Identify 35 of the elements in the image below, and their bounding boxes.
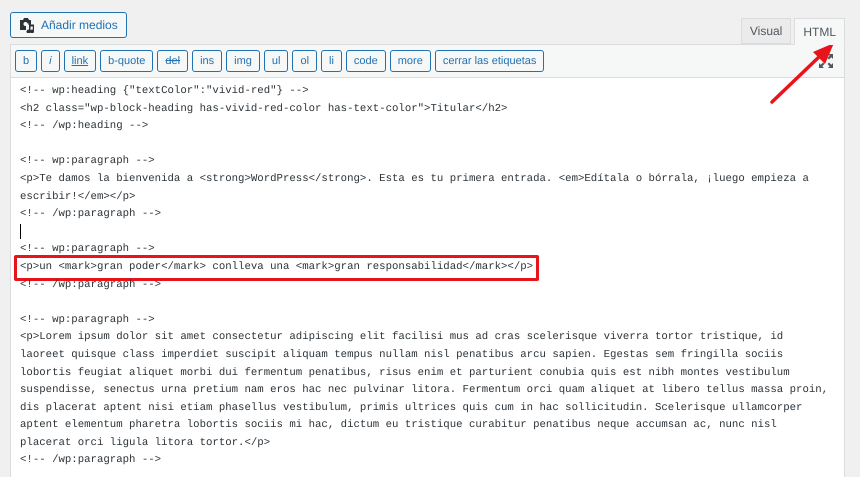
editor-tab[interactable]: Visual [740,18,792,44]
quicktag-button[interactable]: img [226,50,260,72]
code-line: <!-- wp:paragraph --> [20,242,155,258]
code-line: suspendisse, senectus urna pretium nam eros hac nec pulvinar litora. Fermentum orci quam aliquet at libero tellus massa proin, [20,383,828,398]
text-cursor [20,224,21,239]
code-line: <!-- /wp:heading --> [20,119,148,134]
quicktag-button[interactable]: del [157,50,188,72]
code-line: <h2 class="wp-block-heading has-vivid-red-color has-text-color">Titular</h2> [20,102,508,117]
media-icon [19,17,35,33]
code-line: laoreet quisque class imperdiet suscipit aliquam tempus nullam nisl penatibus arcu sapien. Egestas sem fringilla sociis [20,348,784,363]
code-line: dis placerat aptent nisi etiam phasellus vestibulum, primis ultrices quis cum in hac sollicitudin. Scelerisque ullamcorper [20,400,802,416]
add-media-button[interactable]: Añadir medios [10,12,127,38]
code-line: lobortis feugiat aliquet morbi dui fermentum penatibus, risus enim et parturient conubia quis est nibh montes vestibulum [20,366,790,380]
quicktag-button[interactable]: cerrar las etiquetas [434,50,544,72]
code-line: <!-- wp:paragraph --> [20,312,155,328]
quicktag-button[interactable]: code [346,50,386,72]
quicktag-button[interactable]: ol [292,50,318,72]
code-line: <p>Lorem ipsum dolor sit amet consectetur adipiscing elit facilisi mus ad cras scelerisque viverra tortor tristique, id [20,330,784,346]
quicktag-button[interactable]: i [41,50,60,72]
quicktag-button[interactable]: ul [264,50,288,72]
quicktag-button[interactable]: more [390,50,431,72]
code-line: <!-- wp:heading {"textColor":"vivid-red"} --> [20,84,309,99]
code-line: <!-- /wp:paragraph --> [20,207,162,222]
code-line: escribir!</em></p> [20,190,136,205]
quicktag-button[interactable]: li [321,50,342,72]
code-line: <p>Te damos la bienvenida a <strong>WordPress</strong>. Esta es tu primera entrada. <em>Edítala o bórrala, ¡luego empieza a [20,172,809,187]
code-line: <!-- wp:paragraph --> [20,154,155,170]
quicktag-button[interactable]: link [64,50,96,72]
quicktag-button[interactable]: b-quote [100,50,154,72]
code-line: aptent elementum pharetra lobortis sociis mi hac, dictum eu tristique curabitur penatibus neque accumsan ac, nunc nisl [20,418,777,434]
code-line: placerat orci ligula litora tortor.</p> [20,436,270,451]
editor-tab[interactable]: HTML [794,18,845,45]
quicktag-button[interactable]: ins [192,50,222,72]
code-line: <!-- /wp:paragraph --> [20,453,162,468]
quicktag-button[interactable]: b [15,50,38,72]
